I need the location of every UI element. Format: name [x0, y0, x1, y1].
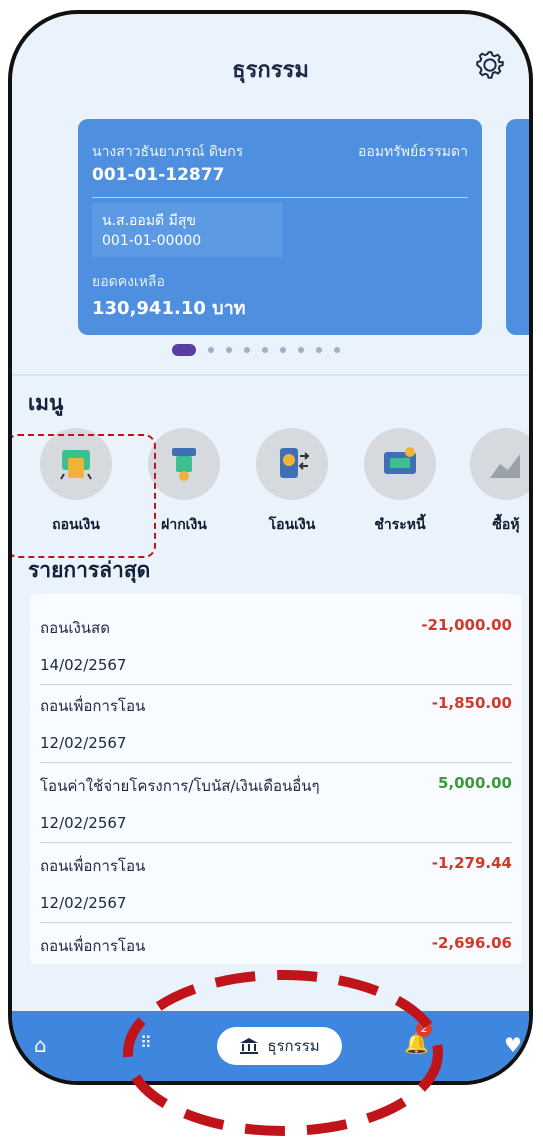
row-divider — [40, 684, 512, 685]
transaction-date: 12/02/2567 — [40, 734, 127, 752]
carousel-dot[interactable] — [316, 347, 322, 353]
deposit-icon — [148, 428, 220, 500]
transaction-desc: ถอนเงินสด — [40, 619, 110, 637]
account-card[interactable]: นางสาวธันยาภรณ์ ดิษกร ออมทรัพย์ธรรมดา 00… — [78, 119, 482, 335]
transaction-list: ถอนเงินสด -21,000.00 14/02/2567 ถอนเพื่อ… — [30, 594, 522, 964]
account-holder-name: นางสาวธันยาภรณ์ ดิษกร — [92, 144, 244, 160]
carousel-dot[interactable] — [226, 347, 232, 353]
carousel-dot[interactable] — [334, 347, 340, 353]
carousel-dot[interactable] — [208, 347, 214, 353]
buy-shares-icon — [470, 428, 529, 500]
carousel-dot[interactable] — [172, 344, 196, 356]
balance-value: 130,941.10 บาท — [92, 298, 246, 319]
row-divider — [40, 842, 512, 843]
menu-item-label: โอนเงิน — [268, 517, 316, 533]
account-type: ออมทรัพย์ธรรมดา — [358, 144, 468, 160]
row-divider — [40, 922, 512, 923]
card-divider — [92, 197, 468, 198]
next-account-card[interactable] — [506, 119, 529, 335]
transaction-amount: 5,000.00 — [437, 774, 512, 792]
menu-heading: เมนู — [28, 391, 64, 415]
page-title: ธุรกรรม — [232, 58, 309, 83]
nav-highlight-ring — [123, 970, 443, 1136]
menu-item-pay-debt[interactable]: ชำระหนี้ — [350, 428, 450, 536]
transaction-desc: ถอนเพื่อการโอน — [40, 697, 146, 715]
linked-account-box: น.ส.ออมดี มีสุข 001-01-00000 — [92, 203, 282, 257]
carousel-dot[interactable] — [262, 347, 268, 353]
transaction-desc: ถอนเพื่อการโอน — [40, 937, 146, 955]
transaction-amount: -1,279.44 — [431, 854, 512, 872]
pay-debt-icon — [364, 428, 436, 500]
heart-icon[interactable]: ♥ — [504, 1033, 522, 1057]
phone-frame: ธุรกรรม นางสาวธันยาภรณ์ ดิษกร ออมทรัพย์ธ… — [8, 10, 533, 1085]
balance-label: ยอดคงเหลือ — [92, 274, 165, 290]
carousel-dot[interactable] — [298, 347, 304, 353]
section-divider — [12, 374, 529, 376]
recent-heading: รายการล่าสุด — [28, 558, 151, 582]
transfer-icon — [256, 428, 328, 500]
menu-item-label: ชำระหนี้ — [374, 517, 426, 533]
transaction-desc: โอนค่าใช้จ่ายโครงการ/โบนัส/เงินเดือนอื่น… — [40, 777, 320, 795]
transaction-date: 12/02/2567 — [40, 814, 127, 832]
linked-account-name: น.ส.ออมดี มีสุข — [102, 213, 196, 229]
menu-item-transfer[interactable]: โอนเงิน — [242, 428, 342, 536]
transaction-date: 12/02/2567 — [40, 894, 127, 912]
account-number: 001-01-12877 — [92, 165, 225, 185]
row-divider — [40, 762, 512, 763]
gear-icon[interactable] — [473, 48, 507, 82]
transaction-date: 14/02/2567 — [40, 656, 127, 674]
transaction-amount: -2,696.06 — [431, 934, 512, 952]
carousel-indicator[interactable] — [172, 344, 340, 356]
top-bar: ธุรกรรม — [12, 14, 529, 124]
transaction-amount: -21,000.00 — [421, 616, 512, 634]
carousel-dot[interactable] — [244, 347, 250, 353]
menu-item-buy-shares[interactable]: ซื้อหุ้ — [456, 428, 529, 536]
menu-item-label: ซื้อหุ้ — [492, 517, 520, 533]
carousel-dot[interactable] — [280, 347, 286, 353]
transaction-desc: ถอนเพื่อการโอน — [40, 857, 146, 875]
home-icon[interactable]: ⌂ — [34, 1033, 47, 1057]
linked-account-number: 001-01-00000 — [102, 233, 202, 249]
transaction-amount: -1,850.00 — [431, 694, 512, 712]
withdraw-highlight — [12, 434, 156, 558]
